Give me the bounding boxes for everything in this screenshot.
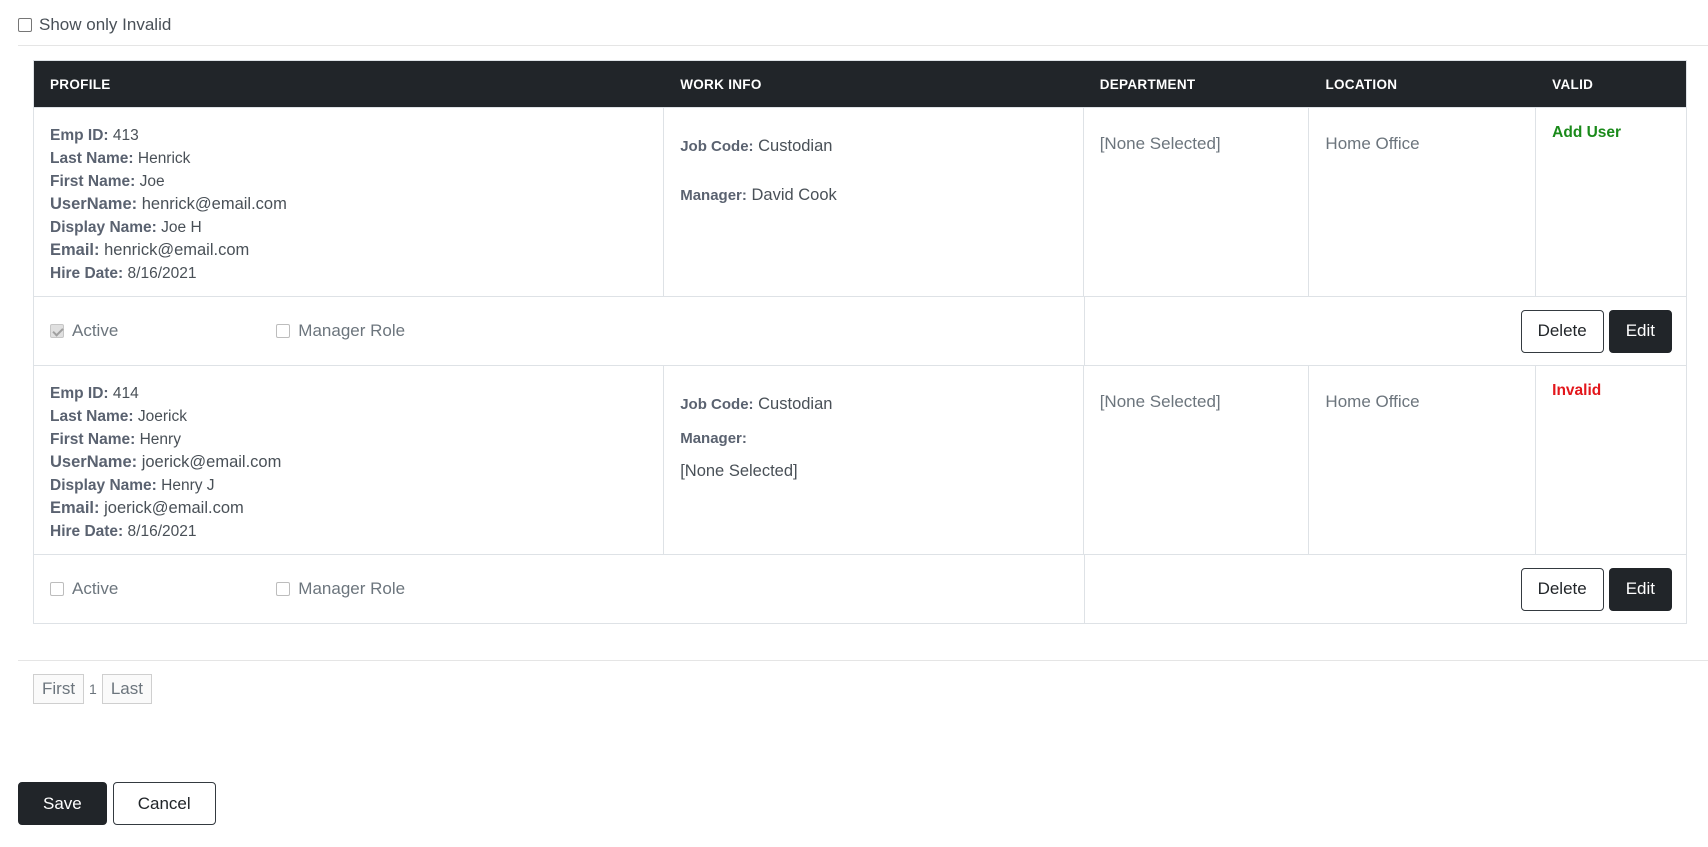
last-name-label: Last Name:	[50, 150, 134, 167]
display-name-value: Joe H	[161, 219, 202, 236]
manager-label: Manager:	[680, 430, 747, 447]
cancel-button[interactable]: Cancel	[112, 782, 216, 825]
delete-button[interactable]: Delete	[1520, 567, 1604, 611]
emp-id-label: Emp ID:	[50, 385, 109, 402]
profile-cell: Emp ID: 414 Last Name: Joerick First Nam…	[34, 366, 665, 554]
username-label: UserName:	[50, 195, 138, 213]
table-row: Emp ID: 414 Last Name: Joerick First Nam…	[34, 365, 1686, 554]
divider	[18, 660, 1708, 661]
manager-role-checkbox[interactable]	[276, 324, 291, 338]
first-name-value: Henry	[139, 431, 181, 448]
header-work-info: WORK INFO	[680, 76, 762, 92]
active-label: Active	[72, 321, 119, 340]
hire-date-label: Hire Date:	[50, 265, 124, 282]
header-location: LOCATION	[1325, 76, 1398, 92]
active-toggle[interactable]: Active	[50, 579, 118, 599]
email-label: Email:	[50, 499, 100, 517]
show-only-invalid-label: Show only Invalid	[39, 15, 172, 34]
first-name-value: Joe	[139, 173, 165, 190]
active-toggle[interactable]: Active	[50, 321, 118, 341]
manager-role-label: Manager Role	[298, 321, 406, 340]
username-value: henrick@email.com	[141, 195, 287, 213]
current-page-number[interactable]: 1	[89, 681, 97, 697]
work-info-cell: Job Code: Custodian Manager: [None Selec…	[664, 366, 1084, 554]
manager-role-toggle[interactable]: Manager Role	[276, 579, 405, 599]
pagination: First 1 Last	[33, 674, 152, 704]
display-name-value: Henry J	[161, 477, 215, 494]
location-cell[interactable]: Home Office	[1309, 366, 1537, 554]
valid-cell: Invalid	[1536, 366, 1686, 554]
header-department: DEPARTMENT	[1099, 76, 1196, 92]
add-user-status: Add User	[1552, 124, 1622, 141]
edit-button[interactable]: Edit	[1608, 567, 1672, 611]
save-button[interactable]: Save	[18, 782, 107, 825]
username-label: UserName:	[50, 453, 138, 471]
hire-date-label: Hire Date:	[50, 523, 124, 540]
manager-none-selected[interactable]: [None Selected]	[680, 459, 1066, 483]
active-checkbox[interactable]	[50, 324, 64, 338]
manager-role-label: Manager Role	[298, 579, 406, 598]
edit-button[interactable]: Edit	[1608, 309, 1672, 353]
form-actions: Save Cancel	[18, 782, 216, 825]
job-code-label: Job Code:	[680, 396, 754, 413]
email-value: joerick@email.com	[104, 499, 244, 517]
active-checkbox[interactable]	[50, 582, 64, 596]
active-label: Active	[72, 579, 119, 598]
department-cell[interactable]: [None Selected]	[1084, 108, 1310, 296]
hire-date-value: 8/16/2021	[127, 265, 197, 282]
first-name-label: First Name:	[50, 431, 136, 448]
header-valid: VALID	[1552, 76, 1594, 92]
table-header: PROFILE WORK INFO DEPARTMENT LOCATION VA…	[34, 61, 1686, 107]
email-label: Email:	[50, 241, 100, 259]
header-profile: PROFILE	[50, 76, 111, 92]
first-page-button[interactable]: First	[33, 674, 85, 704]
display-name-label: Display Name:	[50, 219, 157, 236]
manager-role-toggle[interactable]: Manager Role	[276, 321, 405, 341]
show-only-invalid-checkbox[interactable]	[18, 18, 32, 32]
profile-cell: Emp ID: 413 Last Name: Henrick First Nam…	[34, 108, 665, 296]
valid-cell: Add User	[1536, 108, 1686, 296]
row-actions: Active Manager Role Delete Edit	[34, 554, 1686, 623]
job-code-value: Custodian	[758, 395, 833, 413]
emp-id-value: 413	[112, 127, 139, 144]
last-page-button[interactable]: Last	[101, 674, 152, 704]
username-value: joerick@email.com	[141, 453, 282, 471]
email-value: henrick@email.com	[104, 241, 250, 259]
emp-id-label: Emp ID:	[50, 127, 109, 144]
location-cell[interactable]: Home Office	[1309, 108, 1537, 296]
manager-role-checkbox[interactable]	[276, 582, 291, 596]
manager-label: Manager:	[680, 187, 747, 204]
job-code-label: Job Code:	[680, 138, 754, 155]
last-name-value: Henrick	[137, 150, 191, 167]
last-name-value: Joerick	[137, 408, 187, 425]
first-name-label: First Name:	[50, 173, 136, 190]
table-row: Emp ID: 413 Last Name: Henrick First Nam…	[34, 107, 1686, 296]
display-name-label: Display Name:	[50, 477, 157, 494]
delete-button[interactable]: Delete	[1520, 309, 1604, 353]
manager-value[interactable]: David Cook	[751, 186, 836, 204]
emp-id-value: 414	[112, 385, 139, 402]
last-name-label: Last Name:	[50, 408, 134, 425]
employee-table: PROFILE WORK INFO DEPARTMENT LOCATION VA…	[33, 60, 1687, 624]
row-actions: Active Manager Role Delete Edit	[34, 296, 1686, 365]
divider	[18, 45, 1708, 46]
invalid-status: Invalid	[1552, 382, 1602, 399]
job-code-value: Custodian	[758, 137, 833, 155]
department-cell[interactable]: [None Selected]	[1084, 366, 1310, 554]
hire-date-value: 8/16/2021	[127, 523, 197, 540]
work-info-cell: Job Code: Custodian Manager: David Cook	[664, 108, 1084, 296]
show-only-invalid-filter[interactable]: Show only Invalid	[18, 15, 171, 35]
